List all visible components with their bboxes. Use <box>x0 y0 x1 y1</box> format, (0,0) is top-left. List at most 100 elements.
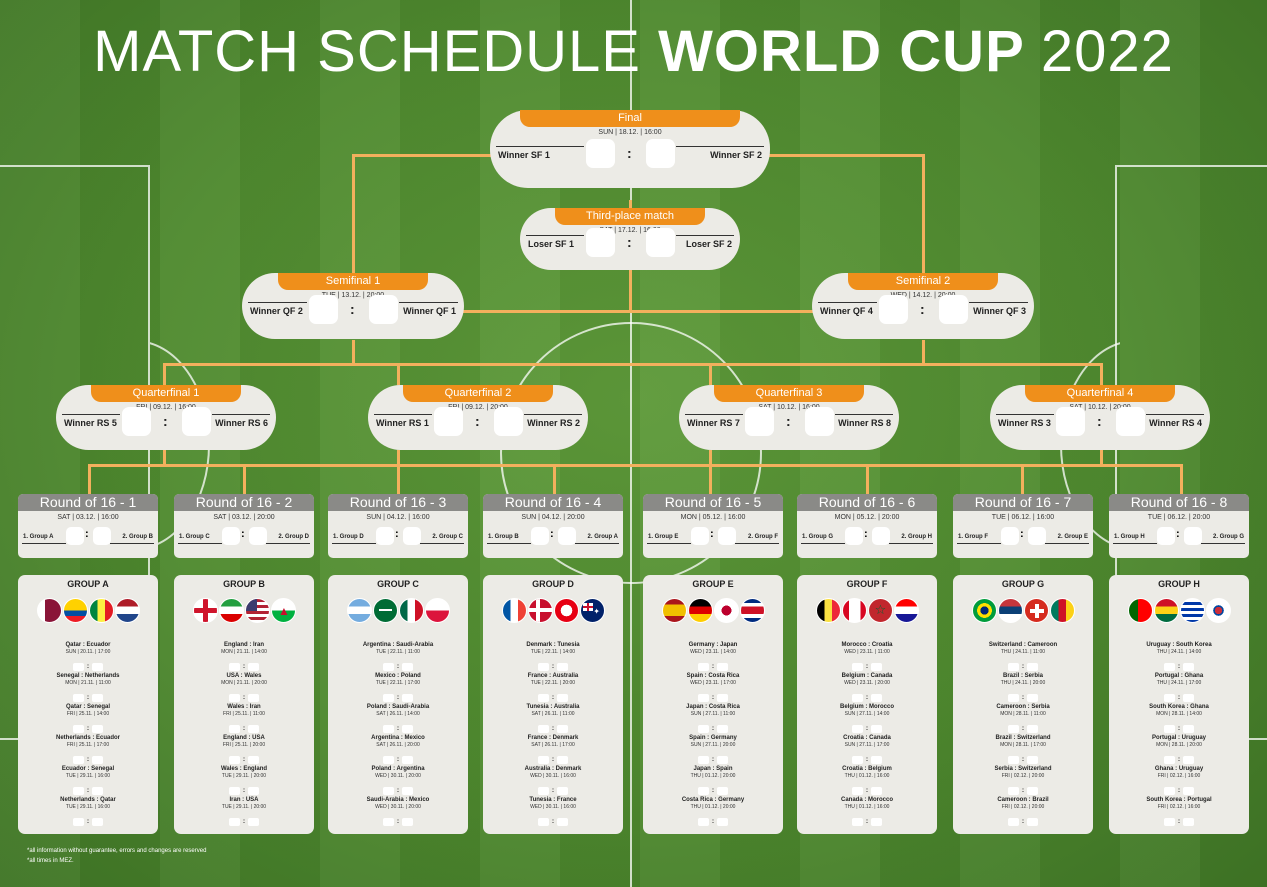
away-score-box[interactable] <box>646 228 675 257</box>
home-score-box[interactable] <box>698 662 709 671</box>
away-score-box[interactable] <box>871 755 882 764</box>
home-score-box[interactable] <box>1056 407 1085 436</box>
away-score-box[interactable] <box>871 662 882 671</box>
away-score-box[interactable] <box>558 527 576 545</box>
home-score-box[interactable] <box>1008 724 1019 733</box>
home-score-box[interactable] <box>229 786 240 795</box>
away-score-box[interactable] <box>1183 817 1194 826</box>
away-score-box[interactable] <box>1183 662 1194 671</box>
away-score-box[interactable] <box>871 693 882 702</box>
home-score-box[interactable] <box>1157 527 1175 545</box>
home-score-box[interactable] <box>122 407 151 436</box>
home-score-box[interactable] <box>538 693 549 702</box>
away-score-box[interactable] <box>717 662 728 671</box>
home-score-box[interactable] <box>698 786 709 795</box>
away-score-box[interactable] <box>402 817 413 826</box>
away-score-box[interactable] <box>248 662 259 671</box>
away-score-box[interactable] <box>871 786 882 795</box>
away-score-box[interactable] <box>402 755 413 764</box>
home-score-box[interactable] <box>383 786 394 795</box>
home-score-box[interactable] <box>73 693 84 702</box>
home-score-box[interactable] <box>309 295 338 324</box>
away-score-box[interactable] <box>1183 693 1194 702</box>
home-score-box[interactable] <box>1008 786 1019 795</box>
away-score-box[interactable] <box>1027 693 1038 702</box>
away-score-box[interactable] <box>369 295 398 324</box>
home-score-box[interactable] <box>538 786 549 795</box>
away-score-box[interactable] <box>1027 724 1038 733</box>
away-score-box[interactable] <box>557 724 568 733</box>
away-score-box[interactable] <box>646 139 675 168</box>
home-score-box[interactable] <box>383 693 394 702</box>
away-score-box[interactable] <box>557 817 568 826</box>
away-score-box[interactable] <box>1027 786 1038 795</box>
home-score-box[interactable] <box>586 228 615 257</box>
away-score-box[interactable] <box>557 755 568 764</box>
home-score-box[interactable] <box>1164 724 1175 733</box>
home-score-box[interactable] <box>1008 662 1019 671</box>
home-score-box[interactable] <box>229 724 240 733</box>
away-score-box[interactable] <box>248 817 259 826</box>
away-score-box[interactable] <box>1183 724 1194 733</box>
home-score-box[interactable] <box>383 817 394 826</box>
home-score-box[interactable] <box>1008 693 1019 702</box>
away-score-box[interactable] <box>403 527 421 545</box>
away-score-box[interactable] <box>1027 755 1038 764</box>
away-score-box[interactable] <box>248 693 259 702</box>
away-score-box[interactable] <box>717 786 728 795</box>
home-score-box[interactable] <box>1164 693 1175 702</box>
home-score-box[interactable] <box>66 527 84 545</box>
away-score-box[interactable] <box>717 693 728 702</box>
home-score-box[interactable] <box>222 527 240 545</box>
away-score-box[interactable] <box>557 662 568 671</box>
home-score-box[interactable] <box>852 662 863 671</box>
home-score-box[interactable] <box>531 527 549 545</box>
home-score-box[interactable] <box>229 662 240 671</box>
away-score-box[interactable] <box>494 407 523 436</box>
away-score-box[interactable] <box>92 786 103 795</box>
home-score-box[interactable] <box>852 755 863 764</box>
home-score-box[interactable] <box>852 724 863 733</box>
away-score-box[interactable] <box>248 755 259 764</box>
home-score-box[interactable] <box>1164 755 1175 764</box>
home-score-box[interactable] <box>1008 755 1019 764</box>
home-score-box[interactable] <box>691 527 709 545</box>
home-score-box[interactable] <box>698 817 709 826</box>
home-score-box[interactable] <box>538 817 549 826</box>
away-score-box[interactable] <box>557 786 568 795</box>
away-score-box[interactable] <box>1116 407 1145 436</box>
home-score-box[interactable] <box>852 786 863 795</box>
away-score-box[interactable] <box>805 407 834 436</box>
home-score-box[interactable] <box>229 817 240 826</box>
away-score-box[interactable] <box>248 724 259 733</box>
away-score-box[interactable] <box>402 724 413 733</box>
home-score-box[interactable] <box>538 662 549 671</box>
home-score-box[interactable] <box>383 724 394 733</box>
away-score-box[interactable] <box>1183 755 1194 764</box>
away-score-box[interactable] <box>92 755 103 764</box>
home-score-box[interactable] <box>698 693 709 702</box>
away-score-box[interactable] <box>871 817 882 826</box>
home-score-box[interactable] <box>1164 662 1175 671</box>
away-score-box[interactable] <box>717 724 728 733</box>
home-score-box[interactable] <box>73 662 84 671</box>
away-score-box[interactable] <box>1027 817 1038 826</box>
home-score-box[interactable] <box>745 407 774 436</box>
home-score-box[interactable] <box>538 724 549 733</box>
home-score-box[interactable] <box>376 527 394 545</box>
away-score-box[interactable] <box>1183 786 1194 795</box>
home-score-box[interactable] <box>586 139 615 168</box>
home-score-box[interactable] <box>73 755 84 764</box>
home-score-box[interactable] <box>879 295 908 324</box>
away-score-box[interactable] <box>92 817 103 826</box>
home-score-box[interactable] <box>852 693 863 702</box>
away-score-box[interactable] <box>182 407 211 436</box>
away-score-box[interactable] <box>93 527 111 545</box>
away-score-box[interactable] <box>92 662 103 671</box>
away-score-box[interactable] <box>872 527 890 545</box>
away-score-box[interactable] <box>939 295 968 324</box>
away-score-box[interactable] <box>557 693 568 702</box>
home-score-box[interactable] <box>229 693 240 702</box>
home-score-box[interactable] <box>1001 527 1019 545</box>
away-score-box[interactable] <box>402 786 413 795</box>
